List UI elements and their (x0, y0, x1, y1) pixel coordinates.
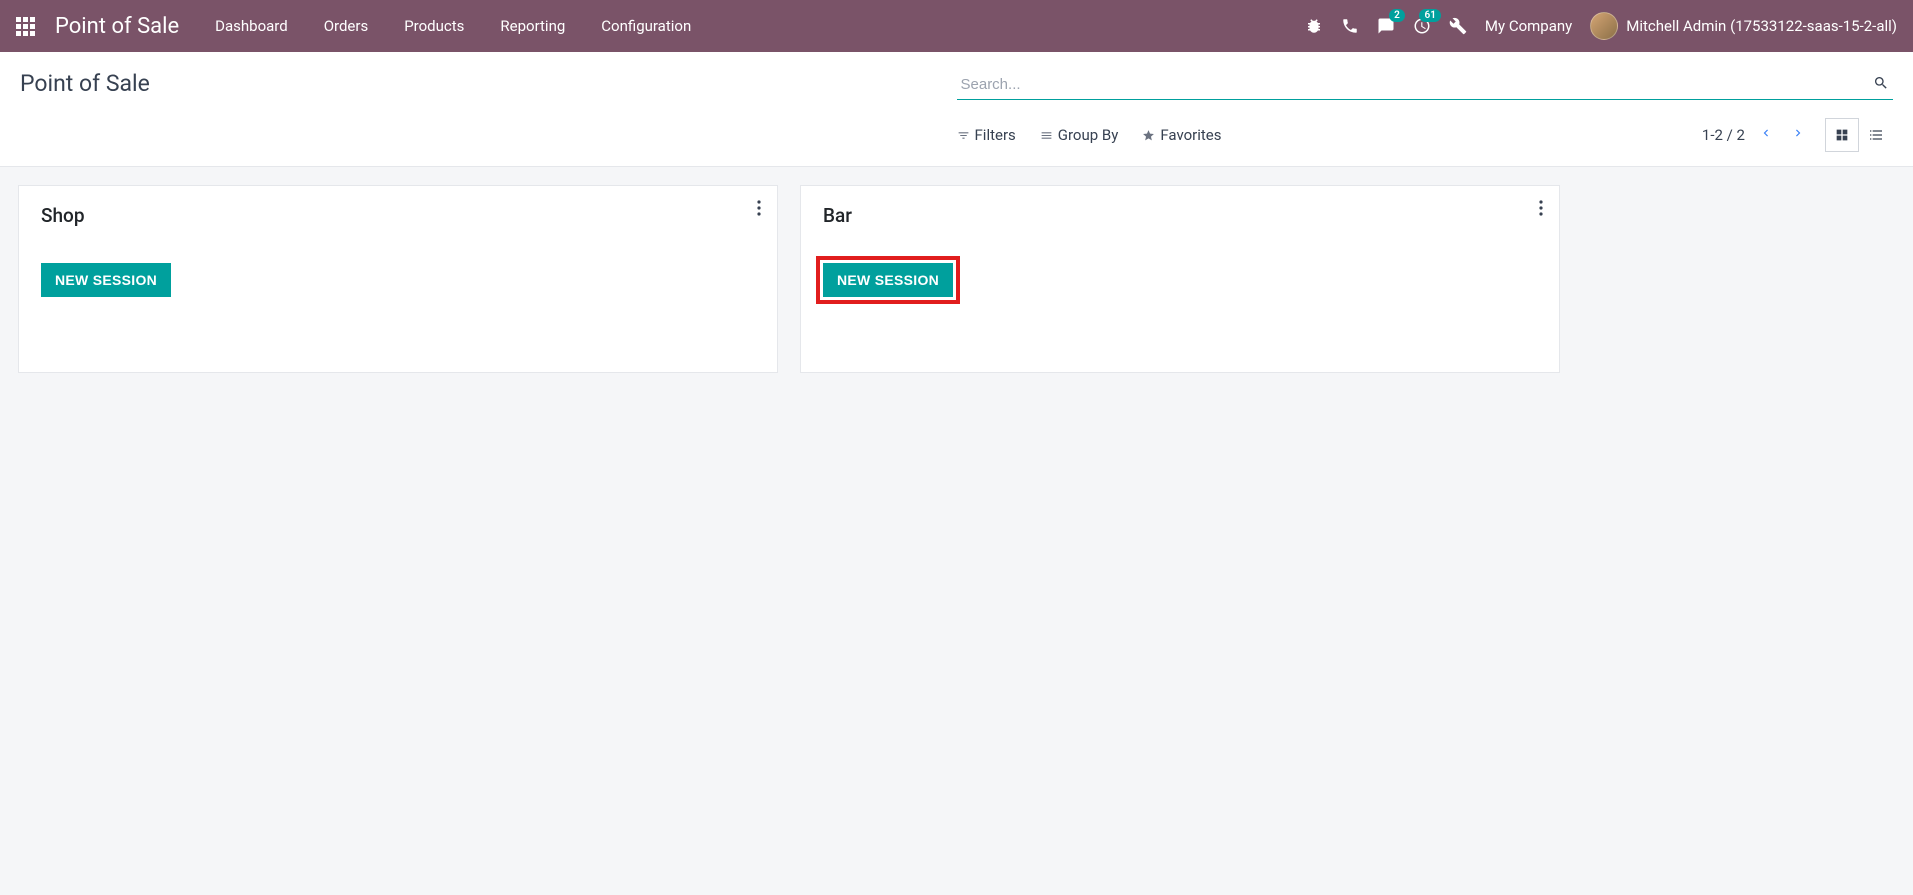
main-nav: Dashboard Orders Products Reporting Conf… (215, 17, 1305, 35)
kanban-card-bar[interactable]: Bar NEW SESSION (800, 185, 1560, 373)
favorites-label: Favorites (1160, 126, 1221, 144)
new-session-button[interactable]: NEW SESSION (41, 263, 171, 297)
kanban-card-shop[interactable]: Shop NEW SESSION (18, 185, 778, 373)
favorites-button[interactable]: Favorites (1142, 126, 1221, 144)
messages-badge: 2 (1389, 9, 1405, 22)
control-panel: Point of Sale Filters Group By Favorites (0, 52, 1913, 167)
dots-vertical-icon (757, 200, 761, 216)
grid-icon (1834, 127, 1850, 143)
search-wrapper (957, 70, 1894, 100)
nav-dashboard[interactable]: Dashboard (215, 17, 288, 35)
company-selector[interactable]: My Company (1485, 17, 1572, 35)
tools-icon[interactable] (1449, 17, 1467, 35)
card-title: Bar (823, 204, 1537, 227)
list-lines-icon (1868, 127, 1884, 143)
card-title: Shop (41, 204, 755, 227)
top-navbar: Point of Sale Dashboard Orders Products … (0, 0, 1913, 52)
apps-icon[interactable] (16, 17, 35, 36)
bug-icon[interactable] (1305, 17, 1323, 35)
pager-prev[interactable] (1759, 126, 1773, 144)
chevron-left-icon (1759, 126, 1773, 140)
card-more-button[interactable] (1539, 200, 1543, 220)
search-icon[interactable] (1873, 75, 1889, 95)
view-switcher (1825, 118, 1893, 152)
nav-products[interactable]: Products (404, 17, 464, 35)
list-view-button[interactable] (1859, 118, 1893, 152)
pager: 1-2 / 2 (1702, 126, 1805, 144)
filters-button[interactable]: Filters (957, 126, 1016, 144)
control-panel-bottom: Filters Group By Favorites 1-2 / 2 (20, 118, 1893, 152)
pager-next[interactable] (1791, 126, 1805, 144)
new-session-button[interactable]: NEW SESSION (823, 263, 953, 297)
messages-icon[interactable]: 2 (1377, 17, 1395, 35)
nav-configuration[interactable]: Configuration (601, 17, 691, 35)
filter-icon (957, 129, 970, 142)
card-more-button[interactable] (757, 200, 761, 220)
avatar (1590, 12, 1618, 40)
kanban-view-button[interactable] (1825, 118, 1859, 152)
kanban-container: Shop NEW SESSION Bar NEW SESSION (0, 167, 1913, 391)
control-panel-top: Point of Sale (20, 70, 1893, 100)
user-name: Mitchell Admin (17533122-saas-15-2-all) (1626, 17, 1897, 35)
star-icon (1142, 129, 1155, 142)
activity-badge: 61 (1419, 9, 1440, 22)
pager-text[interactable]: 1-2 / 2 (1702, 126, 1745, 144)
groupby-label: Group By (1058, 126, 1119, 144)
chevron-right-icon (1791, 126, 1805, 140)
dots-vertical-icon (1539, 200, 1543, 216)
groupby-button[interactable]: Group By (1040, 126, 1119, 144)
nav-reporting[interactable]: Reporting (500, 17, 565, 35)
nav-right: 2 61 My Company Mitchell Admin (17533122… (1305, 12, 1897, 40)
app-title[interactable]: Point of Sale (55, 14, 179, 39)
pager-nav (1759, 126, 1805, 144)
filter-buttons: Filters Group By Favorites 1-2 / 2 (957, 118, 1894, 152)
nav-orders[interactable]: Orders (324, 17, 369, 35)
breadcrumb: Point of Sale (20, 70, 150, 97)
phone-icon[interactable] (1341, 17, 1359, 35)
pager-view-group: 1-2 / 2 (1702, 118, 1893, 152)
list-icon (1040, 129, 1053, 142)
user-menu[interactable]: Mitchell Admin (17533122-saas-15-2-all) (1590, 12, 1897, 40)
activity-icon[interactable]: 61 (1413, 17, 1431, 35)
search-input[interactable] (957, 70, 1894, 100)
filters-label: Filters (975, 126, 1016, 144)
